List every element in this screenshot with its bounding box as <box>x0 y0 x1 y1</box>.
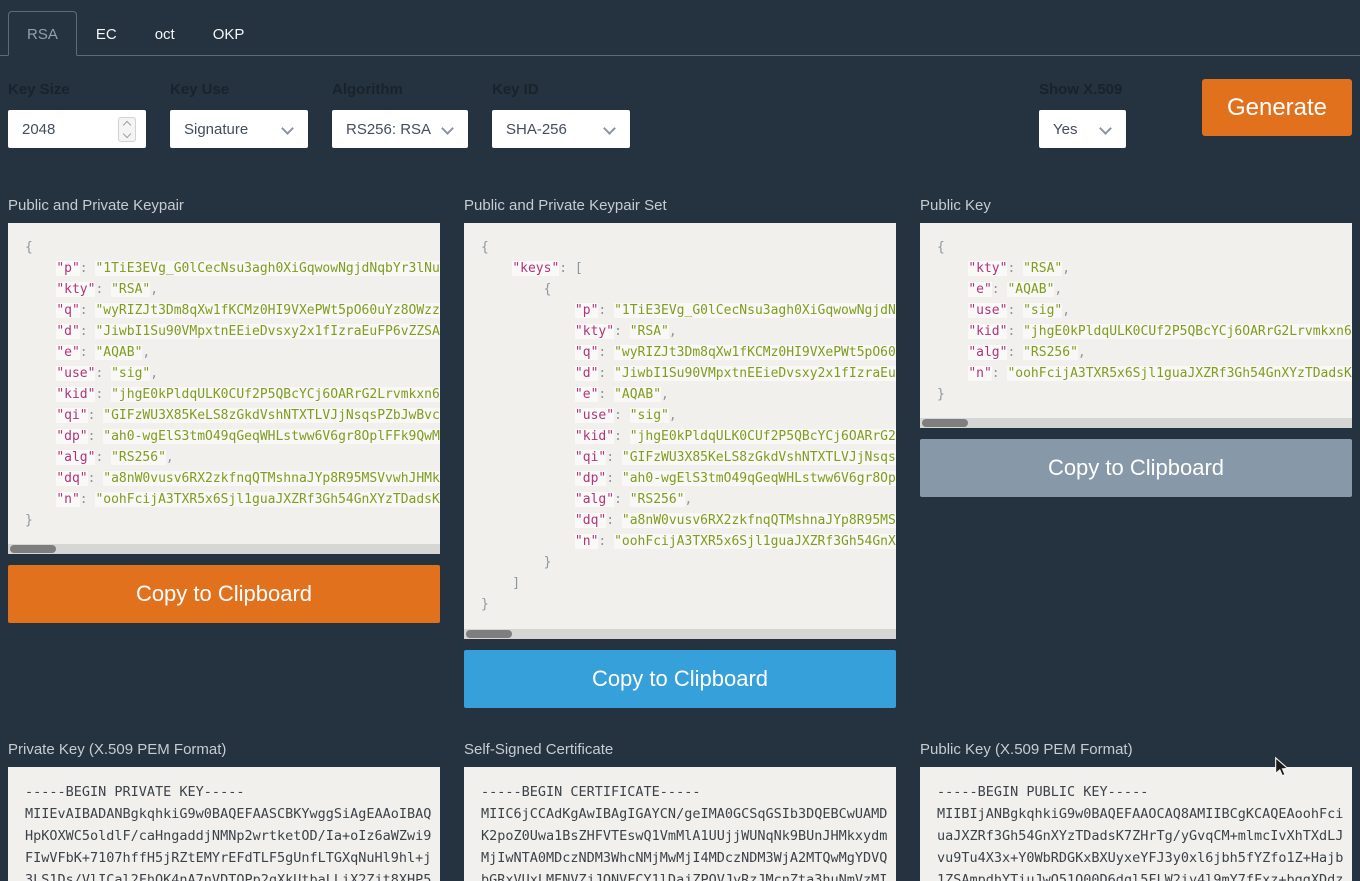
private-pem-panel: -----BEGIN PRIVATE KEY----- MIIEvAIBADAN… <box>8 767 440 881</box>
key-id-select[interactable]: SHA-256 <box>492 110 630 148</box>
copy-keypair-set-button[interactable]: Copy to Clipboard <box>464 650 896 708</box>
key-use-field: Key Use Signature <box>170 81 308 148</box>
tab-rsa[interactable]: RSA <box>8 11 77 56</box>
public-pem-panel: -----BEGIN PUBLIC KEY----- MIIBIjANBgkqh… <box>920 767 1352 881</box>
show-x509-field: Show X.509 Yes <box>1039 81 1126 148</box>
pem-results-row: Private Key (X.509 PEM Format) -----BEGI… <box>0 741 1360 881</box>
keypair-json-panel: { "p": "1TiE3EVg_G0lCecNsu3agh0XiGqwowNg… <box>8 223 440 554</box>
chevron-down-icon <box>281 122 294 135</box>
public-key-column: Public Key { "kty": "RSA", "e": "AQAB", … <box>920 197 1352 708</box>
scrollbar-thumb[interactable] <box>466 630 512 638</box>
number-spinner[interactable] <box>118 117 136 142</box>
algorithm-select[interactable]: RS256: RSA <box>332 110 468 148</box>
key-size-control <box>8 110 146 148</box>
chevron-down-icon <box>441 122 454 135</box>
key-id-field: Key ID SHA-256 <box>492 81 630 148</box>
key-use-label: Key Use <box>170 81 308 98</box>
show-x509-value: Yes <box>1053 121 1077 138</box>
public-key-title: Public Key <box>920 197 1352 214</box>
generate-button[interactable]: Generate <box>1202 79 1352 136</box>
spinner-down-icon <box>123 130 131 138</box>
keypair-title: Public and Private Keypair <box>8 197 440 214</box>
show-x509-label: Show X.509 <box>1039 81 1126 98</box>
keypair-set-column: Public and Private Keypair Set { "keys":… <box>464 197 896 708</box>
horizontal-scrollbar[interactable] <box>8 544 440 554</box>
generator-form: Key Size Key Use Signature Algorithm RS2… <box>0 56 1360 168</box>
public-pem-title: Public Key (X.509 PEM Format) <box>920 741 1352 758</box>
algorithm-label: Algorithm <box>332 81 468 98</box>
private-pem-text: -----BEGIN PRIVATE KEY----- MIIEvAIBADAN… <box>8 767 440 881</box>
key-size-field: Key Size <box>8 81 146 148</box>
key-type-tabbar: RSA EC oct OKP <box>0 0 1360 56</box>
jwk-results-row: Public and Private Keypair { "p": "1TiE3… <box>0 197 1360 708</box>
keypair-set-title: Public and Private Keypair Set <box>464 197 896 214</box>
chevron-down-icon <box>1099 122 1112 135</box>
copy-public-key-button[interactable]: Copy to Clipboard <box>920 439 1352 497</box>
tab-okp[interactable]: OKP <box>194 11 264 56</box>
private-pem-column: Private Key (X.509 PEM Format) -----BEGI… <box>8 741 440 881</box>
certificate-title: Self-Signed Certificate <box>464 741 896 758</box>
keypair-column: Public and Private Keypair { "p": "1TiE3… <box>8 197 440 708</box>
copy-keypair-button[interactable]: Copy to Clipboard <box>8 565 440 623</box>
tab-oct[interactable]: oct <box>136 11 194 56</box>
spinner-up-icon <box>123 121 131 129</box>
certificate-column: Self-Signed Certificate -----BEGIN CERTI… <box>464 741 896 881</box>
show-x509-select[interactable]: Yes <box>1039 110 1126 148</box>
key-use-select[interactable]: Signature <box>170 110 308 148</box>
private-pem-title: Private Key (X.509 PEM Format) <box>8 741 440 758</box>
public-key-json-code: { "kty": "RSA", "e": "AQAB", "use": "sig… <box>920 223 1352 405</box>
key-size-input[interactable] <box>22 121 112 138</box>
certificate-panel: -----BEGIN CERTIFICATE----- MIIC6jCCAdKg… <box>464 767 896 881</box>
public-key-json-panel: { "kty": "RSA", "e": "AQAB", "use": "sig… <box>920 223 1352 428</box>
tab-ec[interactable]: EC <box>77 11 136 56</box>
key-id-label: Key ID <box>492 81 630 98</box>
horizontal-scrollbar[interactable] <box>920 418 1352 428</box>
chevron-down-icon <box>603 122 616 135</box>
public-pem-text: -----BEGIN PUBLIC KEY----- MIIBIjANBgkqh… <box>920 767 1352 881</box>
key-id-value: SHA-256 <box>506 121 567 138</box>
public-pem-column: Public Key (X.509 PEM Format) -----BEGIN… <box>920 741 1352 881</box>
scrollbar-thumb[interactable] <box>922 419 968 427</box>
scrollbar-thumb[interactable] <box>10 545 56 553</box>
algorithm-field: Algorithm RS256: RSA <box>332 81 468 148</box>
certificate-text: -----BEGIN CERTIFICATE----- MIIC6jCCAdKg… <box>464 767 896 881</box>
key-size-label: Key Size <box>8 81 146 98</box>
horizontal-scrollbar[interactable] <box>464 629 896 639</box>
keypair-set-json-panel: { "keys": [ { "p": "1TiE3EVg_G0lCecNsu3a… <box>464 223 896 639</box>
key-use-value: Signature <box>184 121 248 138</box>
keypair-set-json-code: { "keys": [ { "p": "1TiE3EVg_G0lCecNsu3a… <box>464 223 896 615</box>
keypair-json-code: { "p": "1TiE3EVg_G0lCecNsu3agh0XiGqwowNg… <box>8 223 440 531</box>
algorithm-value: RS256: RSA <box>346 121 431 138</box>
